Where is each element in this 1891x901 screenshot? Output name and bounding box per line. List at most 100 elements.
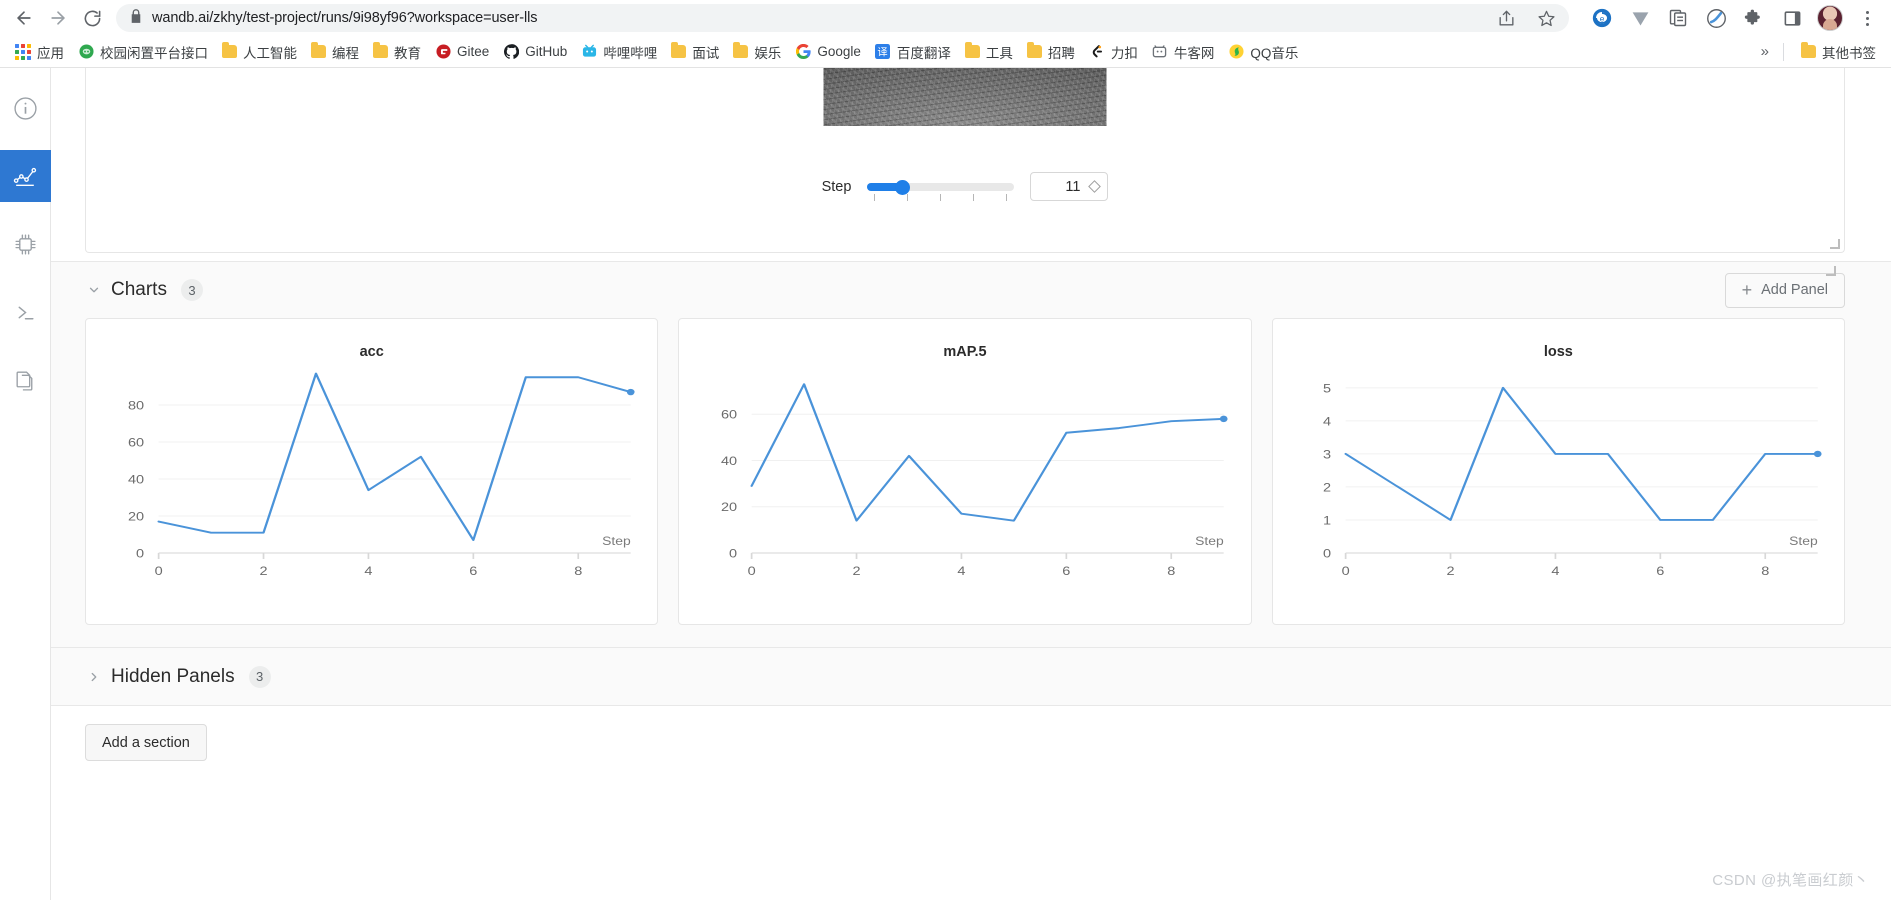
bookmark-item-1[interactable]: 人工智能 [215,39,304,65]
svg-text:4: 4 [364,564,373,578]
forward-arrow-icon[interactable] [42,2,74,34]
terminal-prompt-icon [18,306,34,319]
svg-text:4: 4 [958,564,967,578]
chart-card-map5[interactable]: mAP.5 0 20 40 60 0 2 4 6 8 Step [678,318,1252,625]
sidebar-item-logs-terminal[interactable] [0,286,51,338]
bookmark-item-10[interactable]: 译 百度翻译 [868,39,958,65]
sidebar-item-files[interactable] [0,354,51,406]
plus-icon: + [1741,280,1753,300]
bookmarks-bar: 应用 校园闲置平台接口 人工智能 编程 教育 Gitee GitHub 哔哩哔哩… [0,36,1891,68]
copy-files-icon [15,370,32,391]
svg-text:Step: Step [1195,534,1224,548]
chart-card-acc[interactable]: acc 0 20 40 60 80 0 2 4 6 8 Step [85,318,659,625]
svg-text:0: 0 [1341,564,1349,578]
folder-icon [311,42,326,58]
bookmark-label: 工具 [985,45,1013,61]
qqmusic-favicon [1228,44,1244,60]
address-bar-url: wandb.ai/zkhy/test-project/runs/9i98yf96… [152,10,538,26]
bookmark-label: 人工智能 [243,45,297,61]
bookmark-item-5[interactable]: GitHub [496,41,574,63]
apps-grid-icon [15,43,31,60]
hidden-panels-section[interactable]: Hidden Panels 3 [51,648,1891,706]
bookmark-item-11[interactable]: 工具 [958,39,1020,65]
bookmark-label: 教育 [394,45,421,61]
bookmark-item-8[interactable]: 娱乐 [726,39,788,65]
clipboard-extension-icon[interactable] [1665,5,1691,31]
svg-text:2: 2 [1446,564,1454,578]
svg-text:2: 2 [1323,481,1331,495]
star-icon[interactable] [1533,5,1559,31]
bookmark-label: 娱乐 [754,45,782,61]
bookmark-item-14[interactable]: 牛客网 [1145,39,1222,65]
browser-toolbar: wandb.ai/zkhy/test-project/runs/9i98yf96… [0,0,1891,36]
github-favicon [503,44,519,60]
add-a-section-button[interactable]: Add a section [85,724,207,761]
bookmark-item-6[interactable]: 哔哩哔哩 [574,39,664,65]
add-panel-button[interactable]: + Add Panel [1724,272,1845,308]
profile-avatar[interactable] [1817,5,1843,31]
svg-text:60: 60 [128,436,144,450]
bookmark-item-9[interactable]: Google [788,41,868,63]
svg-text:6: 6 [1656,564,1664,578]
page-body: Step 11 Charts 3 + Add Panel acc 0 20 40… [0,68,1891,900]
bilibili-favicon [581,44,597,60]
back-arrow-icon[interactable] [8,2,40,34]
slider-thumb[interactable] [895,179,911,195]
svg-text:80: 80 [128,399,144,413]
chevron-right-icon[interactable] [85,668,103,686]
svg-text:1: 1 [1323,514,1331,528]
bookmark-label: 编程 [332,45,359,61]
hidden-panels-count-badge: 3 [248,665,271,688]
bookmark-apps[interactable]: 应用 [8,39,71,65]
bookmark-item-12[interactable]: 招聘 [1020,39,1082,65]
lock-icon [130,8,142,28]
chevron-down-icon[interactable] [85,281,103,299]
three-dot-menu-icon[interactable] [1855,5,1879,31]
line-chart-icon [13,167,36,186]
address-bar[interactable]: wandb.ai/zkhy/test-project/runs/9i98yf96… [116,4,1569,32]
leetcode-favicon [1089,44,1105,60]
chart-card-loss[interactable]: loss 0 1 2 3 4 5 0 2 4 6 8 Step [1271,318,1845,625]
bookmark-item-4[interactable]: Gitee [428,41,496,63]
step-number-input[interactable]: 11 [1030,172,1109,201]
google-favicon [795,44,811,60]
cpu-chip-icon [14,233,36,255]
chart-title: mAP.5 [943,344,987,360]
bookmark-item-7[interactable]: 面试 [664,39,726,65]
puzzle-extensions-icon[interactable] [1741,5,1767,31]
svg-text:0: 0 [155,564,163,578]
bookmark-item-3[interactable]: 教育 [366,39,428,65]
folder-icon [373,42,388,58]
step-slider[interactable] [867,176,1015,201]
diamond-stepper-icon[interactable] [1088,180,1102,193]
hidden-panels-title: Hidden Panels [111,665,235,687]
ie-tab-extension-icon[interactable]: e [1589,5,1615,31]
vimium-extension-icon[interactable] [1627,5,1653,31]
bookmark-label: 哔哩哔哩 [603,45,658,61]
sidebar-item-system-metrics[interactable] [0,218,51,270]
step-input-value: 11 [1065,178,1081,195]
chart-title: loss [1543,344,1573,360]
reload-icon[interactable] [76,2,108,34]
sidebar-item-overview-info[interactable] [0,82,51,134]
step-slider-label: Step [821,178,852,195]
bookmark-item-2[interactable]: 编程 [304,39,366,65]
svg-text:60: 60 [721,408,737,422]
sidebar-item-charts-workspace[interactable] [0,150,51,202]
bookmark-label: Google [817,44,861,59]
snowflake-extension-icon[interactable] [1703,5,1729,31]
workspace-resize-handle[interactable] [1826,266,1836,276]
chart-plot-map5: 0 20 40 60 0 2 4 6 8 Step [721,383,1228,578]
other-bookmarks-folder[interactable]: 其他书签 [1794,39,1883,65]
panel-resize-handle[interactable] [1830,239,1840,249]
bookmark-item-0[interactable]: 校园闲置平台接口 [71,39,215,65]
svg-text:2: 2 [853,564,861,578]
side-panel-icon[interactable] [1779,5,1805,31]
svg-text:译: 译 [878,46,888,58]
share-icon[interactable] [1493,5,1519,31]
bookmarks-overflow-chevron[interactable]: » [1757,43,1773,60]
bookmark-item-13[interactable]: 力扣 [1082,39,1145,65]
bookmark-item-15[interactable]: QQ音乐 [1221,39,1305,65]
svg-text:0: 0 [748,564,756,578]
media-preview-image[interactable] [823,68,1107,126]
